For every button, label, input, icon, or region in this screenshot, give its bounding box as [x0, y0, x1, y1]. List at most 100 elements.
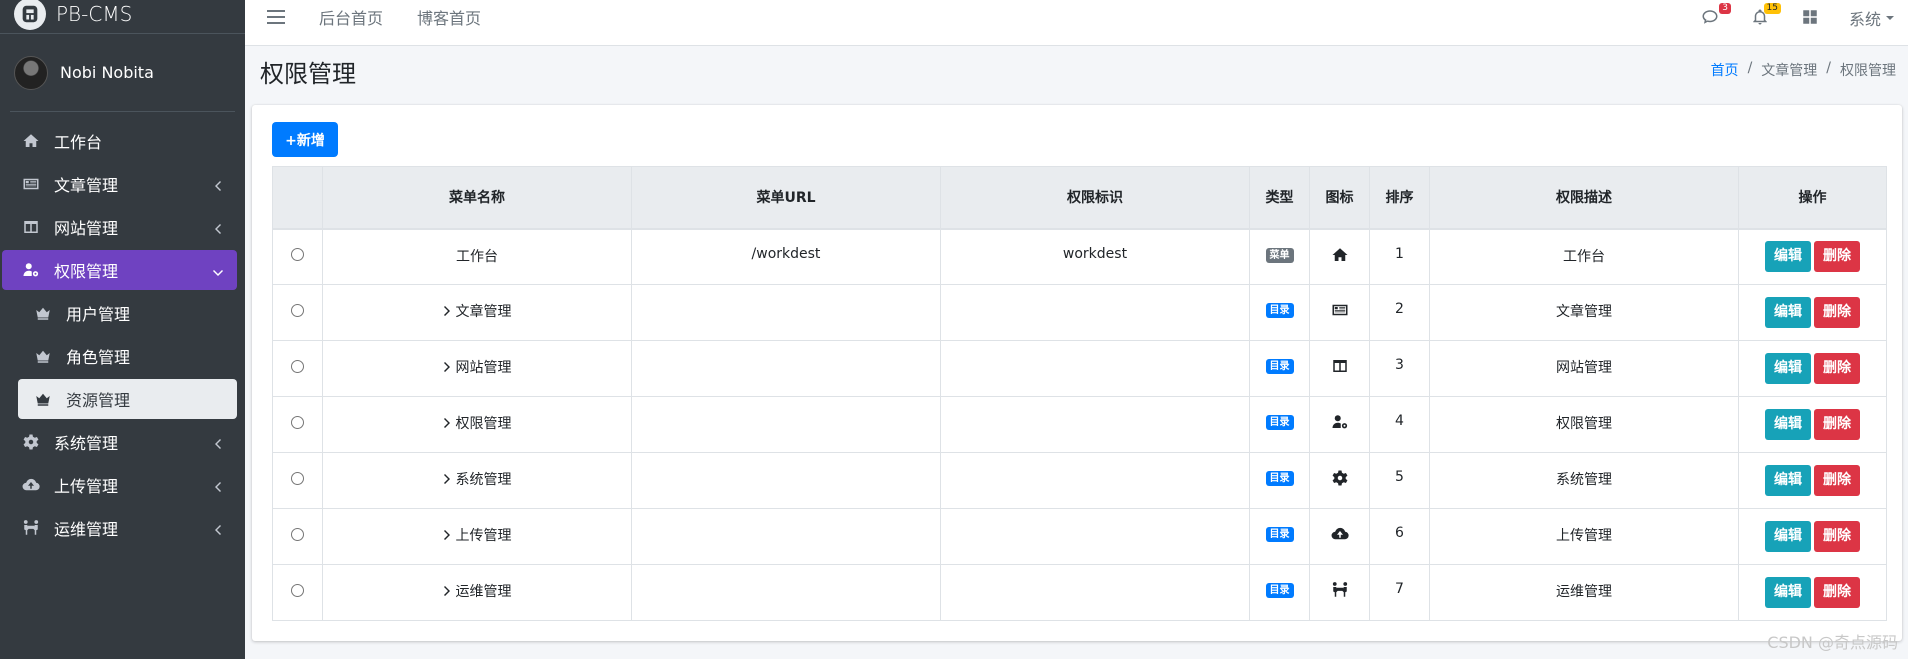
row-permission: workdest: [940, 228, 1250, 285]
people-carry-icon: [20, 518, 42, 538]
row-radio[interactable]: [291, 415, 304, 429]
sidebar-subitem-label: 角色管理: [66, 348, 131, 367]
type-badge: 目录: [1265, 471, 1294, 486]
sidebar-item-system[interactable]: 系统管理: [2, 422, 237, 462]
chevron-right-icon[interactable]: [443, 305, 453, 317]
table-row: 工作台 /workdest workdest 菜单 1 工作台 编辑 删除: [272, 228, 1887, 285]
delete-button[interactable]: 删除: [1814, 577, 1860, 608]
delete-button[interactable]: 删除: [1814, 241, 1860, 273]
grid-icon: [1803, 10, 1817, 24]
user-panel[interactable]: Nobi Nobita: [10, 34, 235, 112]
row-radio[interactable]: [291, 303, 304, 317]
row-url: [631, 284, 941, 341]
people-carry-icon: [1332, 582, 1347, 597]
watermark: CSDN @奇点源码: [1767, 633, 1898, 652]
chevron-right-icon[interactable]: [443, 529, 453, 541]
user-cog-icon: [20, 260, 42, 280]
col-icon: 图标: [1309, 166, 1370, 230]
chevron-right-icon[interactable]: [443, 361, 453, 373]
content-header: 权限管理 首页 / 文章管理 / 权限管理: [245, 46, 1908, 102]
brand-title: PB-CMS: [56, 1, 133, 26]
table-row: 文章管理 目录 2 文章管理 编辑 删除: [272, 284, 1887, 341]
notifications-button[interactable]: 15: [1751, 3, 1781, 28]
row-name: 系统管理: [455, 472, 512, 488]
brand-logo-icon: [14, 0, 46, 30]
messages-button[interactable]: 3: [1701, 3, 1731, 28]
add-button[interactable]: +新增: [272, 122, 338, 157]
resource-table: 菜单名称 菜单URL 权限标识 类型 图标 排序 权限描述 操作 工作台 /wo…: [272, 166, 1887, 621]
row-radio[interactable]: [291, 583, 304, 597]
row-radio[interactable]: [291, 471, 304, 485]
gear-icon: [1332, 470, 1347, 486]
table-row: 上传管理 目录 6 上传管理 编辑 删除: [272, 508, 1887, 565]
sidebar-item-label: 文章管理: [54, 176, 119, 195]
row-url: [631, 564, 941, 621]
sidebar-nav: 工作台 文章管理 网站管理 权限管理 用户管理 角色管理 资源管理 系统管理 上…: [0, 121, 245, 548]
breadcrumb-current: 权限管理: [1840, 63, 1896, 79]
row-name: 网站管理: [455, 360, 512, 376]
sidebar-subitem-users[interactable]: 用户管理: [18, 293, 237, 333]
delete-button[interactable]: 删除: [1814, 465, 1860, 496]
col-order: 排序: [1369, 166, 1430, 230]
delete-button[interactable]: 删除: [1814, 353, 1860, 384]
sidebar-item-permissions[interactable]: 权限管理: [2, 250, 237, 290]
row-radio[interactable]: [291, 247, 304, 261]
row-order: 3: [1369, 340, 1430, 397]
sidebar-subitem-label: 用户管理: [66, 305, 131, 324]
edit-button[interactable]: 编辑: [1765, 409, 1811, 440]
topbar-right: 3 15 系统: [1671, 3, 1894, 30]
sidebar-item-label: 权限管理: [54, 262, 119, 281]
chevron-left-icon: [213, 478, 223, 492]
delete-button[interactable]: 删除: [1814, 409, 1860, 440]
admin-home-link[interactable]: 后台首页: [319, 5, 383, 29]
sidebar-item-ops[interactable]: 运维管理: [2, 508, 237, 548]
sidebar-item-label: 工作台: [54, 133, 103, 152]
row-description: 权限管理: [1429, 396, 1739, 453]
blog-home-link[interactable]: 博客首页: [417, 5, 481, 29]
sidebar-subitem-label: 资源管理: [66, 391, 131, 410]
table-row: 权限管理 目录 4 权限管理 编辑 删除: [272, 396, 1887, 453]
edit-button[interactable]: 编辑: [1765, 297, 1811, 328]
user-name[interactable]: Nobi Nobita: [60, 63, 154, 82]
delete-button[interactable]: 删除: [1814, 521, 1860, 552]
sidebar-item-workbench[interactable]: 工作台: [2, 121, 237, 161]
newspaper-icon: [1332, 304, 1347, 316]
edit-button[interactable]: 编辑: [1765, 465, 1811, 496]
chevron-right-icon[interactable]: [443, 417, 453, 429]
row-order: 7: [1369, 564, 1430, 621]
sidebar-subitem-roles[interactable]: 角色管理: [18, 336, 237, 376]
breadcrumb-item: 文章管理: [1761, 63, 1818, 79]
sidebar-subitem-resources[interactable]: 资源管理: [18, 379, 237, 419]
edit-button[interactable]: 编辑: [1765, 577, 1811, 608]
chevron-down-icon: [213, 263, 223, 276]
chevron-left-icon: [213, 521, 223, 535]
home-icon: [1332, 247, 1347, 261]
type-badge: 目录: [1265, 359, 1294, 374]
row-url: [631, 340, 941, 397]
system-dropdown[interactable]: 系统: [1849, 6, 1894, 30]
edit-button[interactable]: 编辑: [1765, 521, 1811, 552]
breadcrumb-home-link[interactable]: 首页: [1711, 60, 1739, 80]
chevron-right-icon[interactable]: [443, 473, 453, 485]
brand[interactable]: PB-CMS: [0, 0, 245, 34]
row-permission: [940, 340, 1250, 397]
row-radio[interactable]: [291, 359, 304, 373]
hamburger-menu-icon[interactable]: [267, 9, 285, 24]
row-permission: [940, 284, 1250, 341]
row-radio[interactable]: [291, 527, 304, 541]
delete-button[interactable]: 删除: [1814, 297, 1860, 328]
crown-icon: [34, 347, 54, 365]
edit-button[interactable]: 编辑: [1765, 241, 1811, 273]
comments-icon: [1702, 10, 1718, 24]
newspaper-icon: [20, 174, 42, 194]
chevron-right-icon[interactable]: [443, 585, 453, 597]
row-name: 文章管理: [455, 304, 512, 320]
gear-icon: [20, 432, 42, 452]
sidebar-item-website[interactable]: 网站管理: [2, 207, 237, 247]
edit-button[interactable]: 编辑: [1765, 353, 1811, 384]
sidebar-item-articles[interactable]: 文章管理: [2, 164, 237, 204]
col-select: [272, 166, 323, 230]
home-icon: [20, 131, 42, 151]
apps-grid-button[interactable]: [1801, 8, 1821, 28]
sidebar-item-upload[interactable]: 上传管理: [2, 465, 237, 505]
